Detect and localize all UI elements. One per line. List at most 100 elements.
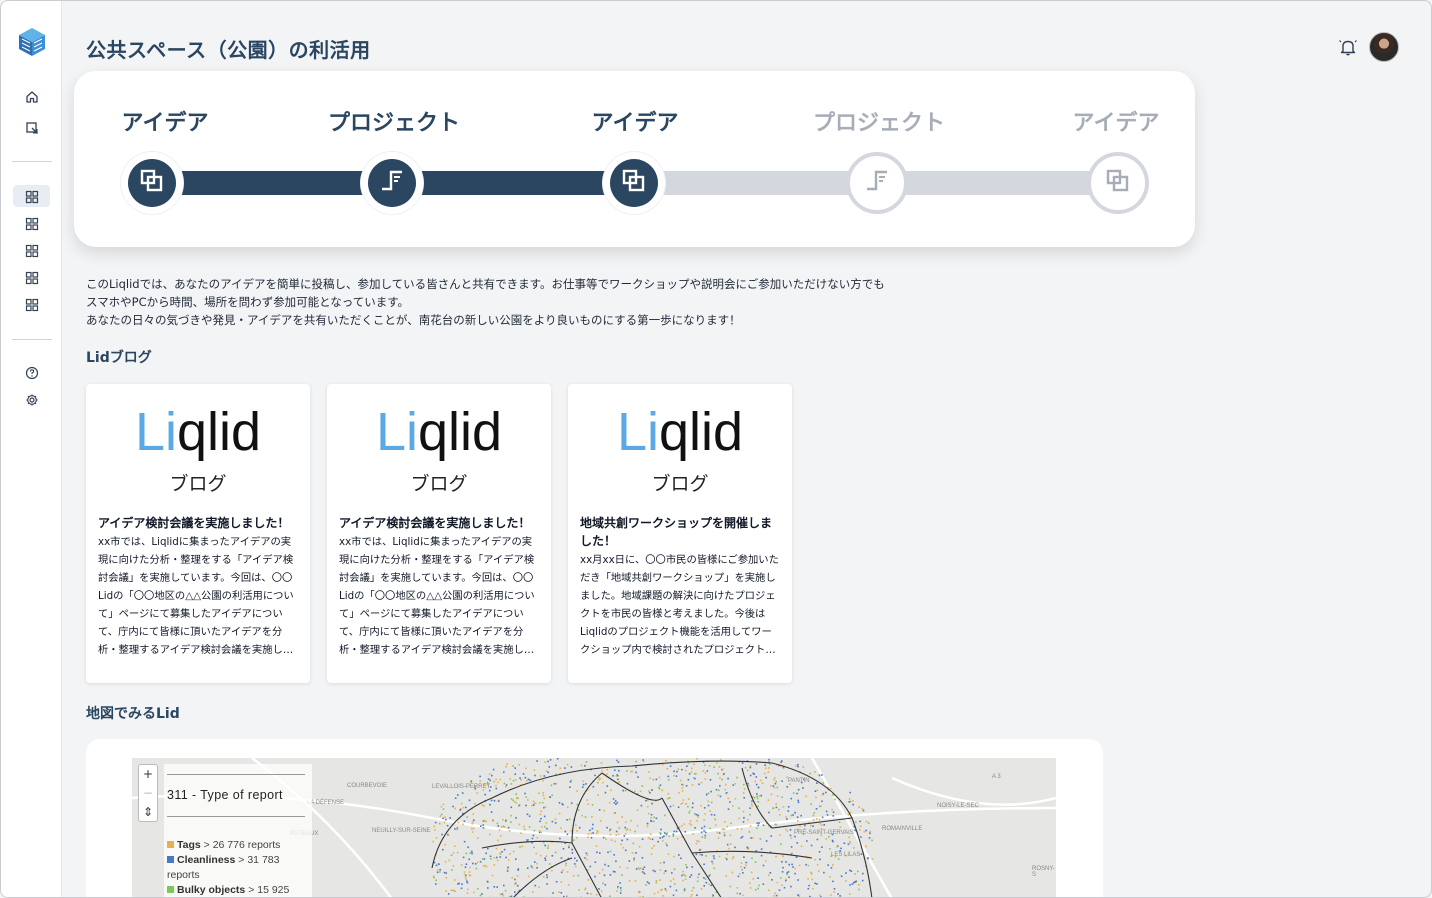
grid-icon[interactable]: [21, 213, 43, 235]
report-dot: [467, 846, 469, 849]
report-dot: [631, 770, 633, 773]
step-label: アイデア: [121, 111, 209, 136]
help-icon[interactable]: [21, 362, 43, 384]
report-dot: [595, 845, 598, 847]
step-node-idea[interactable]: [121, 152, 183, 214]
step-node-idea[interactable]: [1087, 152, 1149, 214]
report-dot: [617, 778, 619, 781]
report-dot: [510, 806, 513, 809]
report-dot: [823, 871, 825, 874]
gear-icon[interactable]: [21, 389, 43, 411]
report-dot: [540, 831, 543, 834]
report-dot: [592, 832, 594, 834]
report-dot: [604, 884, 607, 886]
report-dot: [691, 784, 694, 786]
report-dot: [651, 802, 653, 805]
report-dot: [723, 832, 726, 834]
grid-icon[interactable]: [21, 267, 43, 289]
report-dot: [691, 806, 694, 809]
report-dot: [616, 801, 619, 804]
report-dot: [590, 832, 593, 835]
report-dot: [575, 824, 577, 827]
legend-title: 311 - Type of report: [167, 788, 283, 802]
report-dot: [756, 827, 758, 829]
report-dot: [544, 844, 546, 847]
report-dot: [704, 878, 707, 880]
report-dot: [848, 836, 850, 839]
blog-card[interactable]: Liqlid ブログ アイデア検討会議を実施しました！ xx市では、Liqlid…: [327, 384, 551, 683]
report-dot: [454, 879, 456, 881]
report-dot: [527, 839, 530, 841]
zoom-in-button[interactable]: +: [139, 765, 157, 784]
report-dot: [610, 839, 613, 841]
report-dot: [543, 797, 546, 800]
report-dot: [816, 789, 819, 792]
report-dot: [464, 873, 467, 876]
report-dot: [686, 866, 688, 869]
report-dot: [695, 842, 698, 845]
report-dot: [569, 781, 572, 783]
compass-button[interactable]: ⇕: [139, 803, 157, 822]
report-dot: [696, 840, 698, 842]
report-dot: [663, 861, 665, 864]
zoom-out-button[interactable]: −: [139, 784, 157, 803]
home-icon[interactable]: [21, 86, 43, 108]
sidebar-divider: [12, 339, 52, 340]
report-dot: [645, 884, 647, 886]
step-node-project[interactable]: [361, 152, 423, 214]
bell-icon[interactable]: [1338, 37, 1358, 57]
report-dot: [665, 833, 668, 836]
report-dot: [463, 840, 466, 843]
report-dot: [448, 859, 451, 862]
report-dot: [740, 862, 743, 864]
report-dot: [764, 764, 766, 766]
report-dot: [701, 854, 703, 856]
report-dot: [606, 773, 608, 775]
report-dot: [489, 779, 491, 782]
edit-icon[interactable]: [21, 117, 43, 139]
app-logo-icon[interactable]: [18, 27, 46, 57]
report-dot: [469, 866, 471, 869]
step-node-idea[interactable]: [603, 152, 665, 214]
grid-icon[interactable]: [21, 294, 43, 316]
report-dot: [741, 762, 744, 764]
blog-card[interactable]: Liqlid ブログ アイデア検討会議を実施しました！ xx市では、Liqlid…: [86, 384, 310, 683]
report-dot: [507, 866, 509, 869]
report-dot: [626, 838, 629, 841]
avatar[interactable]: [1369, 32, 1399, 62]
report-dot: [723, 828, 725, 830]
report-dot: [683, 873, 685, 876]
report-dot: [698, 873, 700, 875]
report-dot: [617, 833, 620, 836]
report-dot: [811, 878, 813, 881]
report-dot: [626, 770, 628, 772]
report-dot: [622, 846, 624, 849]
report-dot: [701, 836, 704, 838]
report-dot: [814, 790, 817, 792]
report-dot: [755, 776, 758, 778]
report-dot: [647, 837, 650, 839]
blog-card[interactable]: Liqlid ブログ 地域共創ワークショップを開催しました！ xx月xx日に、〇…: [568, 384, 792, 683]
report-dot: [749, 825, 752, 827]
report-dot: [651, 838, 654, 841]
map-view[interactable]: COURBEVOIE LEVALLOIS-PERRET LA DÉFENSE P…: [132, 758, 1056, 897]
report-dot: [560, 881, 563, 883]
step-node-project[interactable]: [846, 152, 908, 214]
report-dot: [665, 842, 667, 845]
report-dot: [743, 856, 745, 858]
report-dot: [519, 846, 521, 848]
report-dot: [809, 895, 811, 897]
report-dot: [607, 851, 609, 854]
report-dot: [762, 824, 765, 826]
report-dot: [539, 854, 542, 857]
report-dot: [724, 821, 726, 823]
report-dot: [792, 866, 794, 868]
grid-icon[interactable]: [21, 186, 43, 208]
app-window: 公共スペース（公園）の利活用 アイデア プロジェクト アイデア プロジェクト ア…: [0, 0, 1432, 898]
report-dot: [610, 789, 612, 792]
grid-icon[interactable]: [21, 240, 43, 262]
report-dot: [725, 783, 727, 786]
report-dot: [794, 872, 796, 875]
report-dot: [446, 824, 449, 827]
report-dot: [748, 785, 750, 787]
